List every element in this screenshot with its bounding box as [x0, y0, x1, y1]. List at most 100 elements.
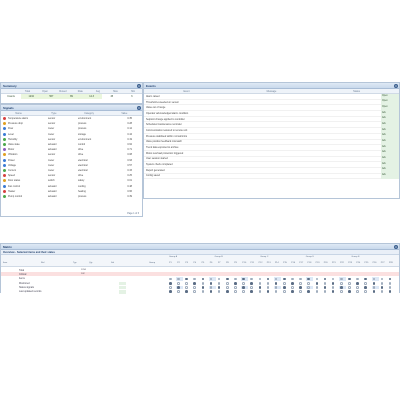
column-header[interactable]: Status — [314, 89, 399, 93]
signal-category: drive — [78, 174, 84, 178]
column-header[interactable]: Closed — [54, 89, 72, 93]
empty-dot-icon[interactable] — [364, 290, 368, 293]
column-header[interactable]: Ref — [41, 262, 44, 264]
empty-dot-icon[interactable] — [323, 290, 327, 293]
events-panel: Events × Event Message Status Alarm raised… — [143, 82, 400, 199]
column-header[interactable]: P20 — [324, 262, 328, 264]
close-icon[interactable]: × — [394, 245, 398, 249]
column-header[interactable]: Message — [229, 89, 314, 93]
empty-dot-icon[interactable] — [258, 290, 262, 293]
column-header[interactable]: P8 — [226, 262, 229, 264]
empty-dot-icon[interactable] — [315, 290, 319, 293]
filled-dot-icon[interactable] — [169, 290, 172, 293]
filled-dot-icon[interactable] — [209, 290, 213, 293]
column-header[interactable]: P28 — [389, 262, 393, 264]
filled-dot-icon[interactable] — [291, 290, 294, 293]
column-header[interactable]: P23 — [348, 262, 352, 264]
column-header[interactable]: P12 — [259, 262, 263, 264]
column-header[interactable]: P7 — [218, 262, 221, 264]
column-header[interactable]: P21 — [332, 262, 336, 264]
column-header[interactable]: P1 — [169, 262, 172, 264]
column-header[interactable]: Rate — [72, 89, 90, 93]
empty-dot-icon[interactable] — [380, 290, 384, 293]
column-header[interactable]: P17 — [299, 262, 303, 264]
filled-dot-icon[interactable] — [250, 290, 254, 293]
column-header[interactable]: P18 — [307, 262, 311, 264]
list-item[interactable]: Pump control actuator process 0.39 — [1, 194, 142, 199]
column-header[interactable]: Event — [144, 89, 229, 93]
signal-value: 0.08 — [127, 153, 132, 157]
column-header[interactable]: P24 — [356, 262, 360, 264]
empty-dot-icon[interactable] — [242, 290, 245, 293]
column-header[interactable]: Qty — [89, 262, 92, 264]
column-header[interactable] — [1, 89, 19, 93]
status-dot-icon — [3, 153, 6, 157]
column-header[interactable]: P25 — [364, 262, 368, 264]
filled-dot-icon[interactable] — [348, 290, 351, 293]
empty-dot-icon[interactable] — [283, 290, 286, 293]
list-item[interactable]: Config saved Ack — [144, 173, 399, 180]
column-header[interactable]: P10 — [242, 262, 246, 264]
column-header[interactable]: P16 — [291, 262, 295, 264]
column-header[interactable]: P3 — [185, 262, 188, 264]
signal-category: heating — [78, 189, 86, 193]
column-header[interactable]: Category — [72, 111, 107, 115]
column-header[interactable]: Min — [124, 89, 142, 93]
column-header[interactable]: P27 — [381, 262, 385, 264]
column-header[interactable]: Item — [3, 262, 7, 264]
column-header[interactable]: Value — [107, 111, 142, 115]
column-header[interactable]: Open — [36, 89, 54, 93]
filled-dot-icon[interactable] — [372, 290, 376, 293]
signal-type: sensor — [48, 122, 56, 126]
empty-dot-icon[interactable] — [340, 290, 343, 293]
count-cell: 567 — [41, 94, 62, 99]
column-header[interactable]: P6 — [210, 262, 213, 264]
column-header[interactable]: P22 — [340, 262, 344, 264]
event-text: Motor overload protection triggered — [146, 151, 184, 155]
column-header[interactable]: P26 — [373, 262, 377, 264]
column-header[interactable]: P9 — [234, 262, 237, 264]
column-header[interactable]: Name — [1, 111, 36, 115]
summary-row: Counts 1234 567 89 12.3 45 6 — [1, 94, 142, 99]
pager[interactable]: Page 1 of 3 — [127, 213, 139, 215]
column-header[interactable]: Total — [19, 89, 37, 93]
column-header[interactable]: P11 — [250, 262, 254, 264]
column-header[interactable]: Group — [149, 262, 155, 264]
empty-dot-icon[interactable] — [356, 290, 359, 293]
status-dot-icon — [3, 127, 6, 131]
close-icon[interactable]: × — [394, 84, 398, 88]
column-header[interactable]: Sel — [111, 262, 114, 264]
signal-name: Door status — [8, 179, 21, 183]
close-icon[interactable]: × — [137, 84, 141, 88]
column-header[interactable]: Max — [107, 89, 125, 93]
signal-category: safety — [78, 179, 85, 183]
empty-dot-icon[interactable] — [234, 290, 237, 293]
filled-dot-icon[interactable] — [307, 290, 311, 293]
column-header[interactable]: P2 — [177, 262, 180, 264]
filled-dot-icon[interactable] — [266, 290, 270, 293]
signal-value: 0.28 — [127, 122, 132, 126]
column-header[interactable]: P4 — [193, 262, 196, 264]
empty-dot-icon[interactable] — [193, 290, 197, 293]
column-header[interactable]: P13 — [267, 262, 271, 264]
empty-dot-icon[interactable] — [299, 290, 302, 293]
filled-dot-icon[interactable] — [185, 290, 188, 293]
filled-dot-icon[interactable] — [226, 290, 229, 293]
empty-dot-icon[interactable] — [201, 290, 205, 293]
column-header[interactable]: Type — [36, 111, 71, 115]
close-icon[interactable]: × — [137, 106, 141, 110]
filled-dot-icon[interactable] — [388, 290, 392, 293]
column-header[interactable]: Avg — [89, 89, 107, 93]
table-row[interactable]: Last updated records — [1, 289, 399, 295]
empty-dot-icon[interactable] — [274, 290, 278, 293]
filled-dot-icon[interactable] — [331, 290, 335, 293]
event-status: Ack — [381, 173, 399, 179]
column-header[interactable]: P19 — [316, 262, 320, 264]
column-header[interactable]: Typ — [73, 262, 77, 264]
column-header[interactable]: P14 — [275, 262, 279, 264]
column-header[interactable]: P5 — [202, 262, 205, 264]
empty-dot-icon[interactable] — [177, 290, 180, 293]
empty-dot-icon[interactable] — [217, 290, 221, 293]
column-header[interactable]: P15 — [283, 262, 287, 264]
signal-type: sensor — [48, 153, 56, 157]
